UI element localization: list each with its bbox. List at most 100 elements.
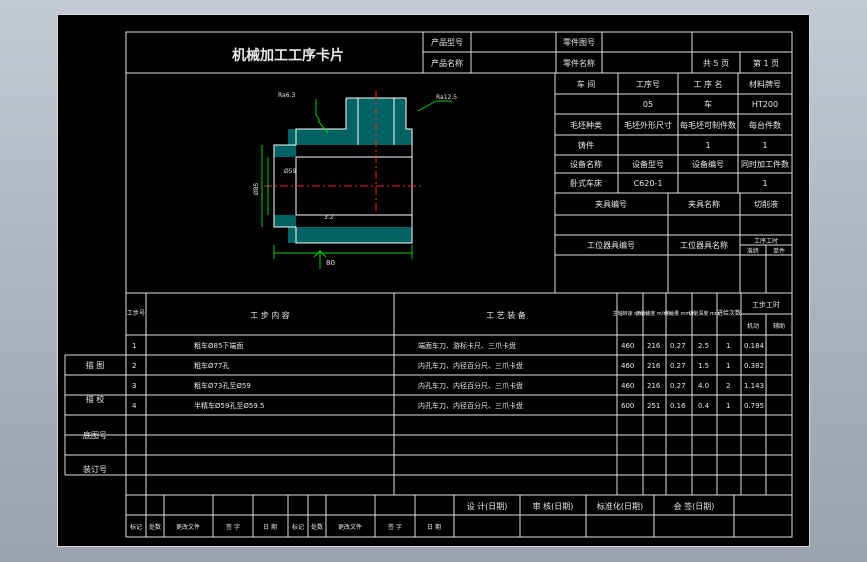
roughness-1: Ra6.3 xyxy=(278,92,295,99)
col-aux: 辅助 xyxy=(773,322,785,330)
process-name-label: 工 序 名 xyxy=(693,79,722,89)
side-label-check: 描 校 xyxy=(86,394,105,404)
blanks-per-label: 每毛坯可制件数 xyxy=(680,120,736,130)
dim-a: 80 xyxy=(326,259,335,267)
quasi-label: 准终 xyxy=(747,247,759,255)
simul: 1 xyxy=(762,179,767,188)
row3-content: 粗车Ø73孔至Ø59 xyxy=(194,381,251,390)
rev-col-mark-2: 标记 xyxy=(292,523,304,531)
sign-review: 审 核(日期) xyxy=(533,501,574,511)
blanks-per: 1 xyxy=(705,141,710,150)
rev-col-count-1: 处数 xyxy=(149,523,161,531)
equip-model: C620-1 xyxy=(634,179,663,188)
blank-size-label: 毛坯外形尺寸 xyxy=(624,120,672,130)
col-machine: 机动 xyxy=(747,322,759,330)
equip-no-label: 设备编号 xyxy=(692,159,724,169)
product-model-label: 产品型号 xyxy=(431,37,463,47)
row1-n: 1 xyxy=(726,342,730,350)
row2-f: 0.27 xyxy=(670,362,686,370)
row3-no: 3 xyxy=(132,382,136,390)
dim-b: Ø59 xyxy=(284,168,297,175)
sign-standard: 标准化(日期) xyxy=(597,501,643,511)
fixture-no-label: 夹具编号 xyxy=(595,199,627,209)
row3-speed: 460 xyxy=(621,382,634,390)
station-tool-no-label: 工位器具编号 xyxy=(587,240,635,250)
row3-t: 1.143 xyxy=(744,382,764,390)
rev-col-sign-2: 签 字 xyxy=(388,523,402,531)
simul-label: 同时加工件数 xyxy=(741,159,789,169)
part-name-label: 零件名称 xyxy=(563,58,595,68)
rev-col-file-1: 更改文件 xyxy=(176,523,200,531)
product-name-label: 产品名称 xyxy=(431,58,463,68)
row3-v: 216 xyxy=(647,382,661,390)
row1-ap: 2.5 xyxy=(698,342,709,350)
side-label-binding-no: 装订号 xyxy=(83,464,107,474)
rev-col-date-1: 日 期 xyxy=(263,523,277,531)
unit-label: 单件 xyxy=(773,247,785,255)
fixture-name-label: 夹具名称 xyxy=(688,199,720,209)
row4-no: 4 xyxy=(132,402,137,410)
side-label-trace: 描 图 xyxy=(86,360,105,370)
coolant-label: 切削液 xyxy=(754,199,778,209)
row4-t: 0.795 xyxy=(744,402,764,410)
col-hours: 工步工时 xyxy=(752,300,780,309)
side-label-base-no: 底图号 xyxy=(83,430,107,440)
row2-ap: 1.5 xyxy=(698,362,709,370)
part-drawing-no-label: 零件图号 xyxy=(563,37,595,47)
rev-col-sign-1: 签 字 xyxy=(226,523,240,531)
material-label: 材料牌号 xyxy=(749,79,781,89)
parts-per-label: 每台件数 xyxy=(749,120,781,130)
process-no: 05 xyxy=(643,100,653,109)
row1-t: 0.184 xyxy=(744,342,765,350)
col-passes: 进给次数 xyxy=(717,309,741,317)
material: HT200 xyxy=(752,100,778,109)
row3-f: 0.27 xyxy=(670,382,686,390)
row1-speed: 460 xyxy=(621,342,634,350)
row3-ap: 4.0 xyxy=(698,382,709,390)
card-title: 机械加工工序卡片 xyxy=(232,47,344,64)
row2-v: 216 xyxy=(647,362,661,370)
row2-equip: 内孔车刀、内径百分尺、三爪卡盘 xyxy=(418,361,523,370)
row4-content: 半精车Ø59孔至Ø59.5 xyxy=(194,401,265,410)
row2-speed: 460 xyxy=(621,362,634,370)
rev-col-file-2: 更改文件 xyxy=(338,523,362,531)
station-tool-name-label: 工位器具名称 xyxy=(680,240,728,250)
row4-n: 1 xyxy=(726,402,730,410)
row1-content: 粗车Ø85下端面 xyxy=(194,341,243,350)
row4-speed: 600 xyxy=(621,402,634,410)
roughness-2: Ra12.5 xyxy=(436,94,457,101)
process-card: 80 Ø59 Ø85 Ra6.3 Ra12.5 3.2 机械加工工序卡片 产品型… xyxy=(64,31,793,538)
dim-c: Ø85 xyxy=(253,182,260,195)
row3-equip: 内孔车刀、内径百分尺、三爪卡盘 xyxy=(418,381,523,390)
row2-content: 粗车Ø77孔 xyxy=(194,361,229,370)
col-depth: 切削深度 mm xyxy=(688,310,719,317)
rev-col-mark-1: 标记 xyxy=(130,523,142,531)
row1-v: 216 xyxy=(647,342,661,350)
total-pages: 共 5 页 xyxy=(703,59,729,68)
col-content: 工 步 内 容 xyxy=(250,310,290,320)
sign-countersign: 会 签(日期) xyxy=(674,501,715,511)
workshop-label: 车 间 xyxy=(577,79,596,89)
row4-v: 251 xyxy=(647,402,660,410)
step-hours-label: 工序工时 xyxy=(754,237,778,245)
page-number: 第 1 页 xyxy=(753,58,779,68)
row4-f: 0.16 xyxy=(670,402,686,410)
roughness-3: 3.2 xyxy=(324,214,334,221)
row1-equip: 端面车刀、游标卡尺、三爪卡盘 xyxy=(418,341,516,350)
process-name: 车 xyxy=(704,99,712,109)
row1-f: 0.27 xyxy=(670,342,686,350)
rev-col-date-2: 日 期 xyxy=(427,523,441,531)
blank-type-label: 毛坯种类 xyxy=(570,120,602,130)
drawing-sheet: 80 Ø59 Ø85 Ra6.3 Ra12.5 3.2 机械加工工序卡片 产品型… xyxy=(57,14,810,547)
col-step-no: 工步号 xyxy=(127,309,145,317)
row3-n: 2 xyxy=(726,382,730,390)
sign-design: 设 计(日期) xyxy=(467,501,508,511)
parts-per: 1 xyxy=(762,141,767,150)
row2-no: 2 xyxy=(132,362,136,370)
rev-col-count-2: 处数 xyxy=(311,523,323,531)
col-equipment: 工 艺 装 备 xyxy=(486,310,526,320)
blank-type: 铸件 xyxy=(578,140,594,150)
equip-model-label: 设备型号 xyxy=(632,159,664,169)
equip-name: 卧式车床 xyxy=(570,178,602,188)
row2-t: 0.382 xyxy=(744,362,764,370)
